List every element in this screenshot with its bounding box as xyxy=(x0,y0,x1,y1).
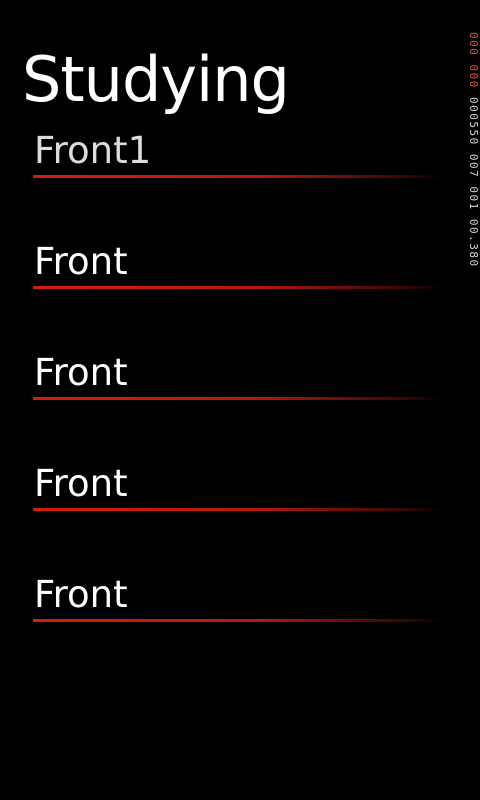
card-item[interactable]: Front xyxy=(33,348,443,408)
counter-value: 000 xyxy=(467,64,480,89)
card-underline xyxy=(33,619,443,622)
counter-value: 007 xyxy=(467,153,480,179)
card-underline xyxy=(33,397,443,400)
card-item[interactable]: Front xyxy=(33,237,443,297)
frame-rate-counter: 000 000 000550 007 001 00.380 xyxy=(462,32,480,402)
card-front-label: Front xyxy=(34,240,128,283)
card-underline xyxy=(33,508,443,511)
card-underline xyxy=(33,286,443,289)
card-front-label: Front xyxy=(34,573,128,616)
card-front-label: Front xyxy=(34,462,128,505)
card-underline xyxy=(33,175,443,178)
card-front-label: Front xyxy=(34,351,128,394)
card-list: Front1 Front Front Front Front xyxy=(0,0,450,800)
counter-value: 000550 xyxy=(467,97,480,146)
counter-value: 001 xyxy=(467,186,480,211)
card-item[interactable]: Front xyxy=(33,459,443,519)
counter-value: 000 xyxy=(467,32,480,57)
card-item[interactable]: Front1 xyxy=(33,126,443,186)
frame-rate-counter-text: 000 000 000550 007 001 00.380 xyxy=(466,32,480,402)
card-item[interactable]: Front xyxy=(33,570,443,630)
card-front-label: Front1 xyxy=(34,129,152,172)
counter-value: 00.380 xyxy=(467,218,480,268)
